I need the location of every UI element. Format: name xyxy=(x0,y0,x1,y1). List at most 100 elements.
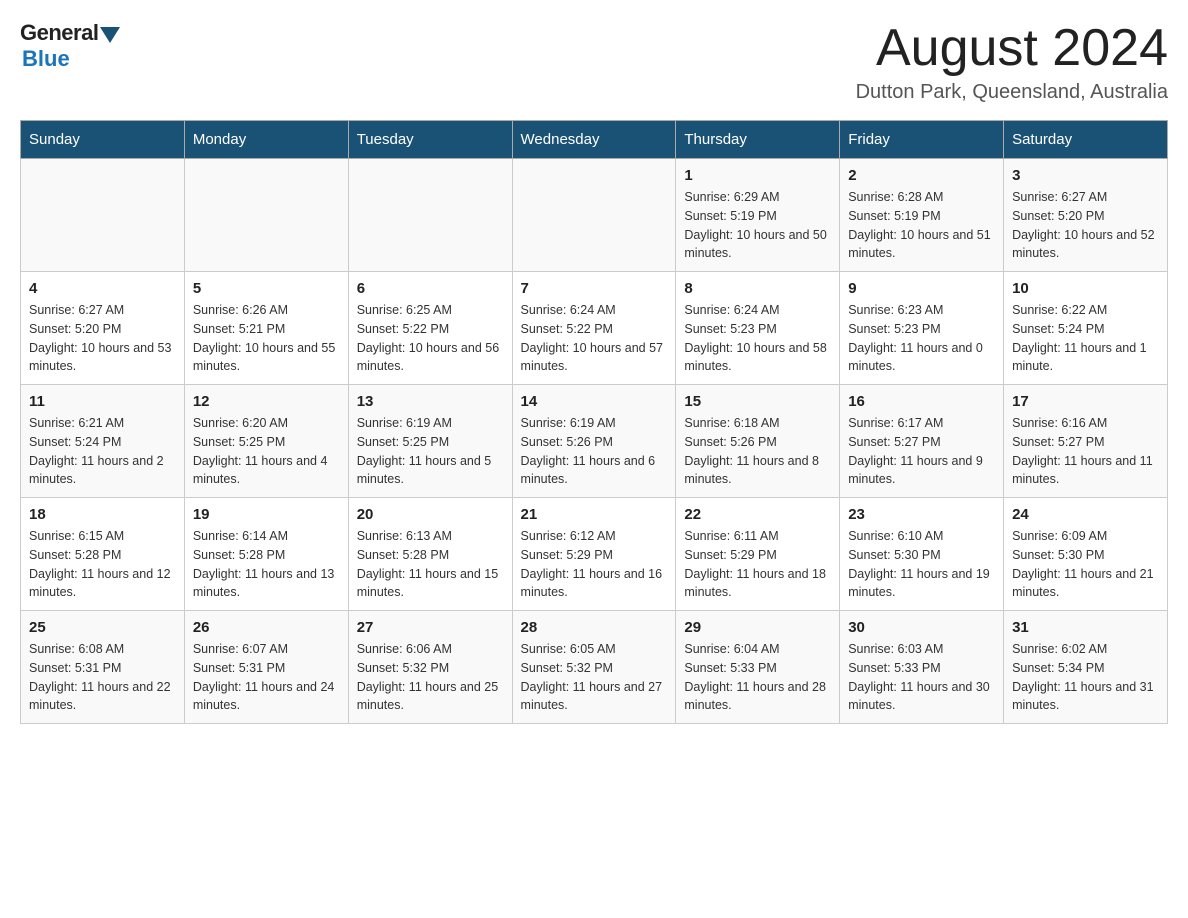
day-cell: 11Sunrise: 6:21 AM Sunset: 5:24 PM Dayli… xyxy=(21,385,185,498)
day-number: 25 xyxy=(29,619,176,636)
day-info: Sunrise: 6:22 AM Sunset: 5:24 PM Dayligh… xyxy=(1012,301,1159,376)
day-cell: 4 Sunrise: 6:27 AM Sunset: 5:20 PM Daylig… xyxy=(21,272,185,385)
day-cell: 10Sunrise: 6:22 AM Sunset: 5:24 PM Dayli… xyxy=(1004,272,1168,385)
day-cell: 1 Sunrise: 6:29 AM Sunset: 5:19 PM Daylig… xyxy=(676,159,840,272)
day-cell: 29 Sunrise: 6:04 AM Sunset: 5:33 PM Dayli… xyxy=(676,611,840,724)
page-header: General Blue August 2024 Dutton Park, Qu… xyxy=(20,20,1168,104)
day-info: Sunrise: 6:19 AM Sunset: 5:26 PM Dayligh… xyxy=(521,414,668,489)
day-info: Sunrise: 6:02 AM Sunset: 5:34 PM Dayligh… xyxy=(1012,640,1159,715)
day-cell: 22 Sunrise: 6:11 AM Sunset: 5:29 PM Dayli… xyxy=(676,498,840,611)
day-info: Sunrise: 6:08 AM Sunset: 5:31 PM Dayligh… xyxy=(29,640,176,715)
day-cell: 19 Sunrise: 6:14 AM Sunset: 5:28 PM Dayli… xyxy=(184,498,348,611)
day-cell: 20 Sunrise: 6:13 AM Sunset: 5:28 PM Dayli… xyxy=(348,498,512,611)
day-number: 14 xyxy=(521,393,668,410)
week-row-1: 1 Sunrise: 6:29 AM Sunset: 5:19 PM Daylig… xyxy=(21,159,1168,272)
day-number: 30 xyxy=(848,619,995,636)
weekday-header-monday: Monday xyxy=(184,121,348,159)
day-cell: 23 Sunrise: 6:10 AM Sunset: 5:30 PM Dayli… xyxy=(840,498,1004,611)
day-info: Sunrise: 6:14 AM Sunset: 5:28 PM Dayligh… xyxy=(193,527,340,602)
day-number: 24 xyxy=(1012,506,1159,523)
day-info: Sunrise: 6:04 AM Sunset: 5:33 PM Dayligh… xyxy=(684,640,831,715)
day-cell: 31 Sunrise: 6:02 AM Sunset: 5:34 PM Dayli… xyxy=(1004,611,1168,724)
day-info: Sunrise: 6:27 AM Sunset: 5:20 PM Dayligh… xyxy=(1012,188,1159,263)
calendar-table: SundayMondayTuesdayWednesdayThursdayFrid… xyxy=(20,120,1168,724)
day-number: 31 xyxy=(1012,619,1159,636)
day-info: Sunrise: 6:05 AM Sunset: 5:32 PM Dayligh… xyxy=(521,640,668,715)
day-cell: 30 Sunrise: 6:03 AM Sunset: 5:33 PM Dayli… xyxy=(840,611,1004,724)
day-number: 7 xyxy=(521,280,668,297)
day-cell: 28 Sunrise: 6:05 AM Sunset: 5:32 PM Dayli… xyxy=(512,611,676,724)
day-cell: 17Sunrise: 6:16 AM Sunset: 5:27 PM Dayli… xyxy=(1004,385,1168,498)
day-info: Sunrise: 6:03 AM Sunset: 5:33 PM Dayligh… xyxy=(848,640,995,715)
day-number: 2 xyxy=(848,167,995,184)
location-text: Dutton Park, Queensland, Australia xyxy=(856,81,1168,104)
day-info: Sunrise: 6:29 AM Sunset: 5:19 PM Dayligh… xyxy=(684,188,831,263)
day-cell: 14 Sunrise: 6:19 AM Sunset: 5:26 PM Dayli… xyxy=(512,385,676,498)
day-info: Sunrise: 6:07 AM Sunset: 5:31 PM Dayligh… xyxy=(193,640,340,715)
day-info: Sunrise: 6:17 AM Sunset: 5:27 PM Dayligh… xyxy=(848,414,995,489)
day-info: Sunrise: 6:27 AM Sunset: 5:20 PM Dayligh… xyxy=(29,301,176,376)
day-cell: 5 Sunrise: 6:26 AM Sunset: 5:21 PM Daylig… xyxy=(184,272,348,385)
day-cell: 6 Sunrise: 6:25 AM Sunset: 5:22 PM Daylig… xyxy=(348,272,512,385)
day-cell xyxy=(348,159,512,272)
day-info: Sunrise: 6:15 AM Sunset: 5:28 PM Dayligh… xyxy=(29,527,176,602)
day-cell: 2 Sunrise: 6:28 AM Sunset: 5:19 PM Daylig… xyxy=(840,159,1004,272)
day-info: Sunrise: 6:09 AM Sunset: 5:30 PM Dayligh… xyxy=(1012,527,1159,602)
logo-general-text: General xyxy=(20,20,98,46)
day-cell: 9Sunrise: 6:23 AM Sunset: 5:23 PM Daylig… xyxy=(840,272,1004,385)
day-cell: 26 Sunrise: 6:07 AM Sunset: 5:31 PM Dayli… xyxy=(184,611,348,724)
day-cell: 8Sunrise: 6:24 AM Sunset: 5:23 PM Daylig… xyxy=(676,272,840,385)
day-number: 23 xyxy=(848,506,995,523)
day-number: 5 xyxy=(193,280,340,297)
day-info: Sunrise: 6:28 AM Sunset: 5:19 PM Dayligh… xyxy=(848,188,995,263)
title-section: August 2024 Dutton Park, Queensland, Aus… xyxy=(856,20,1168,104)
day-number: 11 xyxy=(29,393,176,410)
day-number: 27 xyxy=(357,619,504,636)
day-cell: 21Sunrise: 6:12 AM Sunset: 5:29 PM Dayli… xyxy=(512,498,676,611)
day-number: 21 xyxy=(521,506,668,523)
weekday-header-thursday: Thursday xyxy=(676,121,840,159)
day-info: Sunrise: 6:11 AM Sunset: 5:29 PM Dayligh… xyxy=(684,527,831,602)
weekday-header-wednesday: Wednesday xyxy=(512,121,676,159)
day-number: 16 xyxy=(848,393,995,410)
day-number: 17 xyxy=(1012,393,1159,410)
day-cell: 18 Sunrise: 6:15 AM Sunset: 5:28 PM Dayli… xyxy=(21,498,185,611)
weekday-header-friday: Friday xyxy=(840,121,1004,159)
day-info: Sunrise: 6:18 AM Sunset: 5:26 PM Dayligh… xyxy=(684,414,831,489)
day-info: Sunrise: 6:26 AM Sunset: 5:21 PM Dayligh… xyxy=(193,301,340,376)
week-row-2: 4 Sunrise: 6:27 AM Sunset: 5:20 PM Daylig… xyxy=(21,272,1168,385)
day-number: 29 xyxy=(684,619,831,636)
day-cell: 16 Sunrise: 6:17 AM Sunset: 5:27 PM Dayli… xyxy=(840,385,1004,498)
day-cell: 24 Sunrise: 6:09 AM Sunset: 5:30 PM Dayli… xyxy=(1004,498,1168,611)
day-info: Sunrise: 6:10 AM Sunset: 5:30 PM Dayligh… xyxy=(848,527,995,602)
day-number: 6 xyxy=(357,280,504,297)
day-number: 20 xyxy=(357,506,504,523)
day-info: Sunrise: 6:20 AM Sunset: 5:25 PM Dayligh… xyxy=(193,414,340,489)
day-number: 19 xyxy=(193,506,340,523)
day-cell xyxy=(184,159,348,272)
day-cell xyxy=(512,159,676,272)
day-number: 1 xyxy=(684,167,831,184)
day-cell: 13Sunrise: 6:19 AM Sunset: 5:25 PM Dayli… xyxy=(348,385,512,498)
day-number: 4 xyxy=(29,280,176,297)
weekday-header-saturday: Saturday xyxy=(1004,121,1168,159)
logo-blue-text: Blue xyxy=(22,46,70,72)
day-info: Sunrise: 6:24 AM Sunset: 5:22 PM Dayligh… xyxy=(521,301,668,376)
day-cell: 3Sunrise: 6:27 AM Sunset: 5:20 PM Daylig… xyxy=(1004,159,1168,272)
logo-triangle-icon xyxy=(100,27,120,43)
day-cell: 15 Sunrise: 6:18 AM Sunset: 5:26 PM Dayli… xyxy=(676,385,840,498)
day-number: 9 xyxy=(848,280,995,297)
day-info: Sunrise: 6:25 AM Sunset: 5:22 PM Dayligh… xyxy=(357,301,504,376)
day-cell: 12Sunrise: 6:20 AM Sunset: 5:25 PM Dayli… xyxy=(184,385,348,498)
day-number: 8 xyxy=(684,280,831,297)
logo: General Blue xyxy=(20,20,120,72)
week-row-3: 11Sunrise: 6:21 AM Sunset: 5:24 PM Dayli… xyxy=(21,385,1168,498)
day-info: Sunrise: 6:13 AM Sunset: 5:28 PM Dayligh… xyxy=(357,527,504,602)
day-number: 28 xyxy=(521,619,668,636)
day-number: 26 xyxy=(193,619,340,636)
day-number: 15 xyxy=(684,393,831,410)
day-number: 18 xyxy=(29,506,176,523)
weekday-header-row: SundayMondayTuesdayWednesdayThursdayFrid… xyxy=(21,121,1168,159)
day-number: 13 xyxy=(357,393,504,410)
day-number: 22 xyxy=(684,506,831,523)
